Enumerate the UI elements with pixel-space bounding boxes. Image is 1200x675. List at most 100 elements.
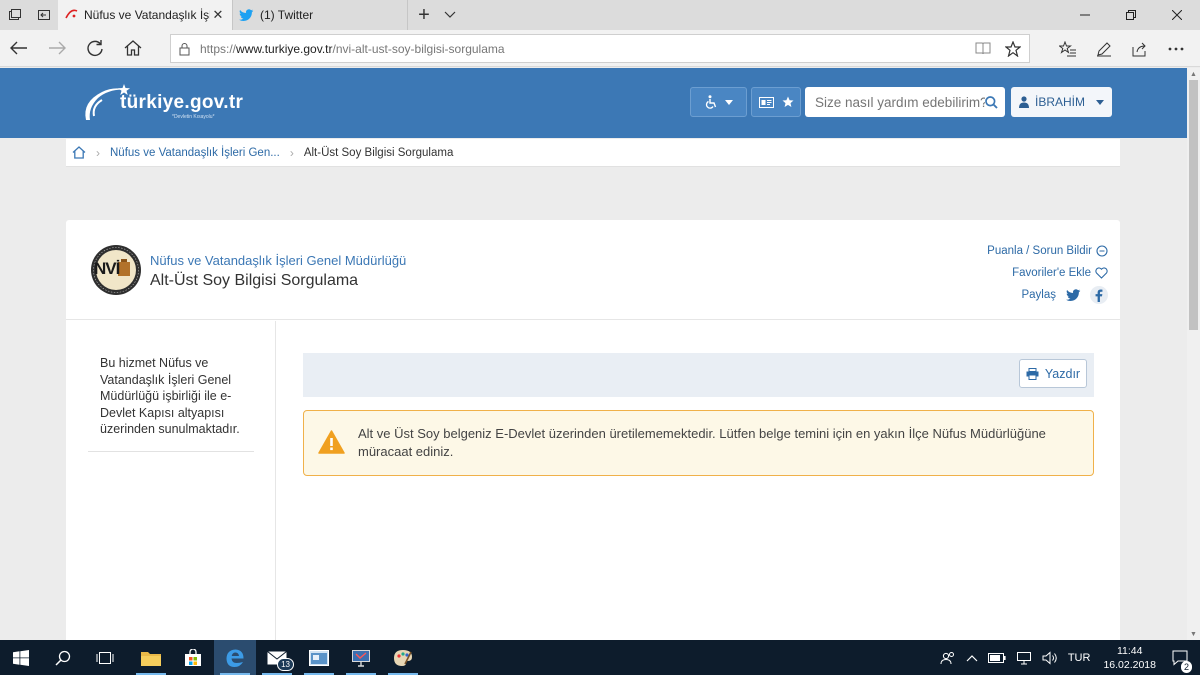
service-provider-note: Bu hizmet Nüfus ve Vatandaşlık İşleri Ge… (100, 356, 240, 436)
rate-link[interactable]: Puanla / Sorun Bildir (987, 240, 1108, 262)
facebook-share-button[interactable] (1090, 286, 1108, 304)
caret-down-icon (724, 99, 733, 105)
minimize-button[interactable] (1062, 0, 1108, 30)
breadcrumb-current: Alt-Üst Soy Bilgisi Sorgulama (303, 146, 454, 159)
page-title: Alt-Üst Soy Bilgisi Sorgulama (150, 272, 359, 289)
scroll-thumb[interactable] (1189, 80, 1198, 330)
set-aside-icon (37, 10, 50, 20)
system-tray: TUR 11:44 16.02.2018 2 (935, 640, 1200, 675)
url-text: https://www.turkiye.gov.tr/nvi-alt-ust-s… (200, 41, 505, 56)
tab-list-button[interactable] (440, 0, 460, 30)
mail-button[interactable]: 13 (256, 640, 298, 675)
agency-name[interactable]: Nüfus ve Vatandaşlık İşleri Genel Müdürl… (150, 253, 406, 268)
address-bar[interactable]: https://www.turkiye.gov.tr/nvi-alt-ust-s… (170, 34, 1030, 63)
more-dots-icon (1168, 47, 1184, 50)
restore-button[interactable] (1108, 0, 1154, 30)
caret-down-icon (1096, 99, 1104, 105)
logo-text: türkiye.gov.tr (120, 92, 244, 113)
close-window-button[interactable] (1154, 0, 1200, 30)
battery-button[interactable] (983, 652, 1011, 663)
windows-logo-icon (13, 649, 29, 666)
favorites-hub-button[interactable] (1050, 30, 1086, 67)
clock-date: 16.02.2018 (1103, 658, 1156, 671)
content-toolbar: Yazdır (303, 353, 1094, 397)
close-tab-icon[interactable]: ✕ (210, 7, 226, 23)
restore-icon (1126, 10, 1136, 20)
lock-icon (179, 42, 190, 55)
search-input[interactable] (815, 94, 985, 110)
page-scrollbar[interactable]: ▲ ▼ (1187, 68, 1200, 640)
breadcrumb: › Nüfus ve Vatandaşlık İşleri Gen... › A… (66, 139, 1120, 167)
paint-palette-icon (394, 649, 412, 666)
favorites-list-icon (1059, 40, 1076, 56)
add-favorite-link[interactable]: Favoriler'e Ekle (987, 262, 1108, 284)
action-center-button[interactable]: 2 (1164, 650, 1200, 673)
share-button[interactable] (1122, 30, 1158, 67)
user-name: İBRAHİM (1035, 95, 1086, 109)
edge-button[interactable] (214, 640, 256, 675)
reading-view-icon[interactable] (975, 41, 991, 55)
print-label: Yazdır (1044, 366, 1081, 381)
remote-desktop-button[interactable] (340, 640, 382, 675)
back-button[interactable] (0, 30, 38, 67)
chevron-up-icon (966, 654, 978, 661)
volume-button[interactable] (1037, 650, 1063, 665)
id-favorites-button[interactable] (751, 87, 801, 117)
user-icon (1019, 96, 1029, 108)
favorite-star-icon[interactable] (1005, 40, 1021, 57)
store-bag-icon (185, 648, 201, 666)
twitter-share-button[interactable] (1064, 286, 1082, 304)
wheelchair-icon (705, 95, 716, 109)
app-window-button[interactable] (298, 640, 340, 675)
service-actions: Puanla / Sorun Bildir Favoriler'e Ekle P… (987, 240, 1108, 306)
share-row: Paylaş (987, 284, 1108, 306)
notification-count: 2 (1181, 660, 1193, 673)
share-icon (1132, 42, 1146, 56)
clock-time: 11:44 (1116, 644, 1143, 657)
comment-icon (1096, 245, 1108, 257)
task-view-button[interactable] (84, 640, 126, 675)
clock[interactable]: 11:44 16.02.2018 (1095, 644, 1164, 672)
people-button[interactable] (935, 651, 961, 665)
print-button[interactable]: Yazdır (1019, 359, 1087, 388)
home-button[interactable] (114, 30, 152, 67)
paint-button[interactable] (382, 640, 424, 675)
tabs-icon (8, 9, 21, 20)
language-button[interactable]: TUR (1063, 652, 1096, 664)
breadcrumb-agency-link[interactable]: Nüfus ve Vatandaşlık İşleri Gen... (110, 147, 280, 159)
id-card-icon (758, 96, 774, 108)
turkiye-gov-logo[interactable]: türkiye.gov.tr *Devletin Kısayolu* (80, 82, 280, 126)
tab-twitter[interactable]: (1) Twitter (233, 0, 408, 30)
search-icon[interactable] (985, 95, 998, 109)
network-button[interactable] (1011, 651, 1037, 665)
nvi-logo: NVİ (90, 244, 142, 296)
browser-nav-bar: https://www.turkiye.gov.tr/nvi-alt-ust-s… (0, 30, 1200, 67)
file-explorer-button[interactable] (130, 640, 172, 675)
windows-taskbar: 13 TUR 11:44 16.02.2018 2 (0, 640, 1200, 675)
breadcrumb-separator: › (96, 145, 100, 160)
arrow-right-icon (49, 41, 66, 55)
share-label: Paylaş (1021, 289, 1056, 301)
twitter-icon (239, 8, 254, 21)
arrow-left-icon (10, 41, 27, 55)
accessibility-button[interactable] (690, 87, 747, 117)
new-tab-button[interactable]: + (408, 0, 440, 30)
browser-tab-bar: Nüfus ve Vatandaşlık İşl ✕ (1) Twitter + (0, 0, 1200, 30)
scroll-down-arrow[interactable]: ▼ (1187, 628, 1200, 640)
home-icon[interactable] (72, 146, 86, 159)
start-button[interactable] (0, 640, 42, 675)
forward-button[interactable] (38, 30, 76, 67)
refresh-button[interactable] (76, 30, 114, 67)
set-aside-tabs-button[interactable] (29, 0, 58, 30)
web-note-button[interactable] (1086, 30, 1122, 67)
tab-preview-button[interactable] (0, 0, 29, 30)
scroll-up-arrow[interactable]: ▲ (1187, 68, 1200, 80)
store-button[interactable] (172, 640, 214, 675)
user-menu-button[interactable]: İBRAHİM (1011, 87, 1112, 117)
mail-count-badge: 13 (277, 658, 294, 671)
search-button[interactable] (42, 640, 84, 675)
more-button[interactable] (1158, 30, 1194, 67)
tab-nvi[interactable]: Nüfus ve Vatandaşlık İşl ✕ (58, 0, 233, 30)
show-hidden-icons-button[interactable] (961, 654, 983, 662)
people-icon (940, 651, 954, 664)
